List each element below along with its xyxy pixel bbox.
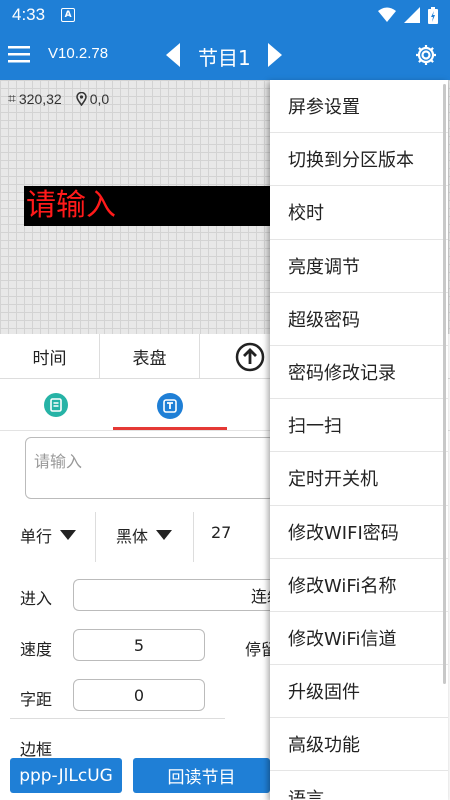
position-readout: 0,0 — [89, 90, 110, 107]
led-text-preview[interactable]: 请输入 — [24, 186, 274, 226]
font-value: 黑体 — [116, 527, 149, 546]
divider — [193, 512, 194, 562]
spacing-label: 字距 — [20, 690, 53, 709]
size-readout: 320,32 — [18, 90, 62, 107]
tab-program-list[interactable] — [44, 393, 68, 421]
app-bar: V10.2.78 节目1 — [0, 30, 450, 80]
font-size-select[interactable]: 27 — [211, 523, 231, 542]
active-tab-indicator — [113, 427, 227, 430]
battery-icon — [428, 6, 438, 24]
enter-label: 进入 — [20, 589, 53, 608]
menu-item-brightness[interactable]: 亮度调节 — [270, 240, 448, 293]
line-mode-select[interactable]: 单行 — [20, 523, 77, 547]
tab-text-editor[interactable] — [157, 393, 183, 423]
location-pin-icon — [75, 91, 87, 106]
menu-item-language[interactable]: 语言 — [270, 771, 448, 800]
menu-item-wifi-password[interactable]: 修改WIFI密码 — [270, 506, 448, 559]
menu-item-firmware-upgrade[interactable]: 升级固件 — [270, 665, 448, 719]
signal-icon — [404, 7, 420, 23]
menu-item-super-password[interactable]: 超级密码 — [270, 293, 448, 346]
speed-label: 速度 — [20, 640, 53, 659]
font-size-value: 27 — [211, 523, 232, 542]
tab-clock-face[interactable]: 表盘 — [100, 334, 200, 379]
menu-scrollbar[interactable] — [443, 84, 446, 684]
arrow-up-circle-icon — [235, 342, 265, 371]
wifi-icon — [378, 7, 396, 22]
menu-item-time-sync[interactable]: 校时 — [270, 186, 448, 240]
dropdown-arrow-icon — [156, 530, 173, 540]
device-name-button[interactable]: ppp-JlLcUG — [10, 758, 122, 793]
menu-item-advanced[interactable]: 高级功能 — [270, 718, 448, 772]
line-mode-value: 单行 — [20, 527, 53, 546]
spacing-input[interactable]: 0 — [73, 679, 205, 711]
settings-dropdown-menu: 屏参设置 切换到分区版本 校时 亮度调节 超级密码 密码修改记录 扫一扫 定时开… — [270, 80, 448, 800]
divider — [95, 512, 96, 562]
previous-program-icon[interactable] — [164, 42, 182, 68]
border-label: 边框 — [20, 740, 53, 759]
read-back-program-button[interactable]: 回读节目 — [133, 758, 270, 793]
menu-item-screen-params[interactable]: 屏参设置 — [270, 80, 448, 134]
next-program-icon[interactable] — [266, 42, 284, 68]
menu-item-wifi-channel[interactable]: 修改WiFi信道 — [270, 612, 448, 666]
menu-icon[interactable] — [8, 43, 30, 65]
document-icon — [44, 393, 68, 417]
status-bar: 4:33 A — [0, 0, 450, 30]
program-title: 节目1 — [198, 46, 251, 70]
menu-item-scan[interactable]: 扫一扫 — [270, 399, 448, 453]
menu-item-switch-partition[interactable]: 切换到分区版本 — [270, 133, 448, 187]
font-select[interactable]: 黑体 — [116, 523, 173, 547]
dropdown-arrow-icon — [60, 530, 77, 540]
status-time: 4:33 — [12, 5, 46, 24]
menu-item-wifi-name[interactable]: 修改WiFi名称 — [270, 559, 448, 612]
hash-icon: ⌗ — [8, 90, 16, 106]
notification-icon: A — [61, 8, 76, 22]
enter-effect-select[interactable]: 连续左 — [73, 579, 303, 611]
canvas-readout: ⌗ 320,32 0,0 — [8, 90, 109, 107]
content-text-input[interactable]: 请输入 — [25, 437, 275, 499]
text-icon — [157, 393, 183, 419]
gear-icon[interactable] — [414, 43, 438, 67]
tab-time[interactable]: 时间 — [0, 334, 100, 379]
menu-item-timer-power[interactable]: 定时开关机 — [270, 452, 448, 506]
divider — [10, 718, 225, 719]
speed-input[interactable]: 5 — [73, 629, 205, 661]
menu-item-password-log[interactable]: 密码修改记录 — [270, 346, 448, 400]
app-version: V10.2.78 — [48, 45, 109, 62]
